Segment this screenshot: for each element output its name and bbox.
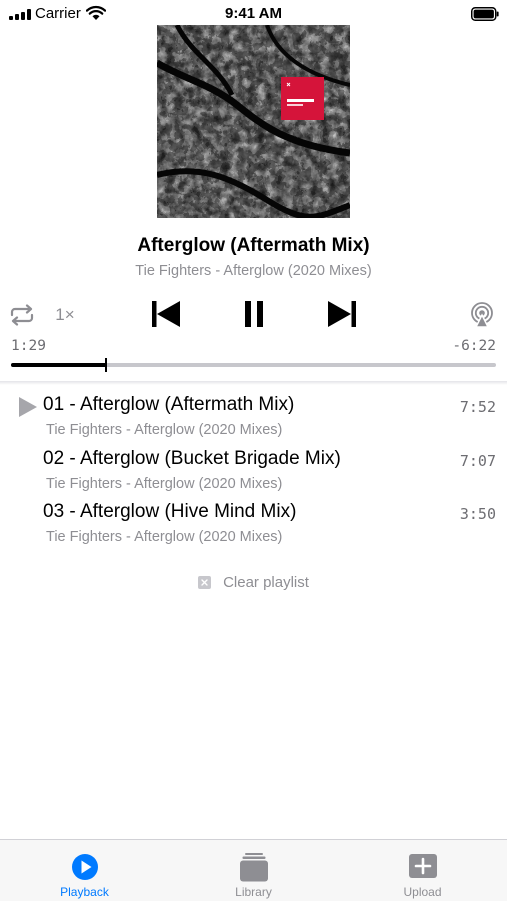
playlist: 01 - Afterglow (Aftermath Mix) Tie Fight… bbox=[0, 392, 507, 553]
repeat-button[interactable] bbox=[8, 302, 36, 328]
album-art bbox=[157, 25, 350, 218]
tab-bar: Playback Library Upload bbox=[0, 839, 507, 901]
now-playing-icon bbox=[19, 397, 37, 417]
item-subtitle: Tie Fighters - Afterglow (2020 Mixes) bbox=[46, 422, 283, 438]
playlist-item[interactable]: 03 - Afterglow (Hive Mind Mix) Tie Fight… bbox=[0, 499, 507, 553]
item-duration: 3:50 bbox=[459, 505, 496, 523]
skip-back-icon bbox=[152, 301, 180, 327]
elapsed-time: 1:29 bbox=[11, 338, 46, 354]
item-title: 03 - Afterglow (Hive Mind Mix) bbox=[43, 501, 297, 522]
airplay-icon bbox=[471, 302, 493, 328]
playlist-item[interactable]: 01 - Afterglow (Aftermath Mix) Tie Fight… bbox=[0, 392, 507, 446]
battery-icon bbox=[471, 7, 499, 21]
pause-button[interactable] bbox=[237, 296, 271, 332]
tab-label: Library bbox=[235, 885, 272, 899]
tab-label: Upload bbox=[403, 885, 442, 899]
pause-icon bbox=[245, 301, 263, 327]
item-title: 02 - Afterglow (Bucket Brigade Mix) bbox=[43, 447, 341, 469]
library-stack-icon bbox=[240, 853, 268, 882]
track-title: Afterglow (Aftermath Mix) bbox=[137, 235, 370, 256]
progress-slider[interactable] bbox=[11, 358, 496, 372]
previous-track-button[interactable] bbox=[146, 296, 186, 332]
track-subtitle: Tie Fighters - Afterglow (2020 Mixes) bbox=[135, 263, 372, 279]
clear-x-icon bbox=[198, 576, 212, 589]
item-duration: 7:52 bbox=[459, 398, 496, 416]
tab-library[interactable]: Library bbox=[169, 840, 338, 901]
airplay-button[interactable] bbox=[467, 300, 497, 330]
play-circle-icon bbox=[72, 854, 98, 880]
next-track-button[interactable] bbox=[322, 296, 362, 332]
skip-forward-icon bbox=[328, 301, 356, 327]
item-duration: 7:07 bbox=[459, 451, 496, 470]
progress-thumb[interactable] bbox=[104, 358, 107, 372]
playback-speed-button[interactable]: 1× bbox=[50, 303, 80, 327]
status-bar: Carrier 9:41 AM bbox=[0, 0, 507, 28]
repeat-icon bbox=[10, 304, 34, 326]
remaining-time: -6:22 bbox=[452, 338, 496, 354]
player-divider bbox=[0, 381, 507, 385]
clear-playlist-label: Clear playlist bbox=[223, 574, 309, 591]
status-time: 9:41 AM bbox=[225, 5, 282, 22]
progress-fill bbox=[11, 363, 106, 367]
clear-playlist-button[interactable]: Clear playlist bbox=[0, 574, 507, 591]
upload-plus-icon bbox=[409, 854, 437, 878]
tab-upload[interactable]: Upload bbox=[338, 840, 507, 901]
item-subtitle: Tie Fighters - Afterglow (2020 Mixes) bbox=[46, 475, 283, 492]
tab-label: Playback bbox=[60, 885, 109, 899]
album-logo-badge bbox=[281, 77, 324, 120]
item-subtitle: Tie Fighters - Afterglow (2020 Mixes) bbox=[46, 529, 283, 545]
album-art-texture bbox=[157, 25, 350, 218]
playlist-item[interactable]: 02 - Afterglow (Bucket Brigade Mix) Tie … bbox=[0, 446, 507, 500]
item-title: 01 - Afterglow (Aftermath Mix) bbox=[43, 394, 295, 415]
tab-playback[interactable]: Playback bbox=[0, 840, 169, 901]
